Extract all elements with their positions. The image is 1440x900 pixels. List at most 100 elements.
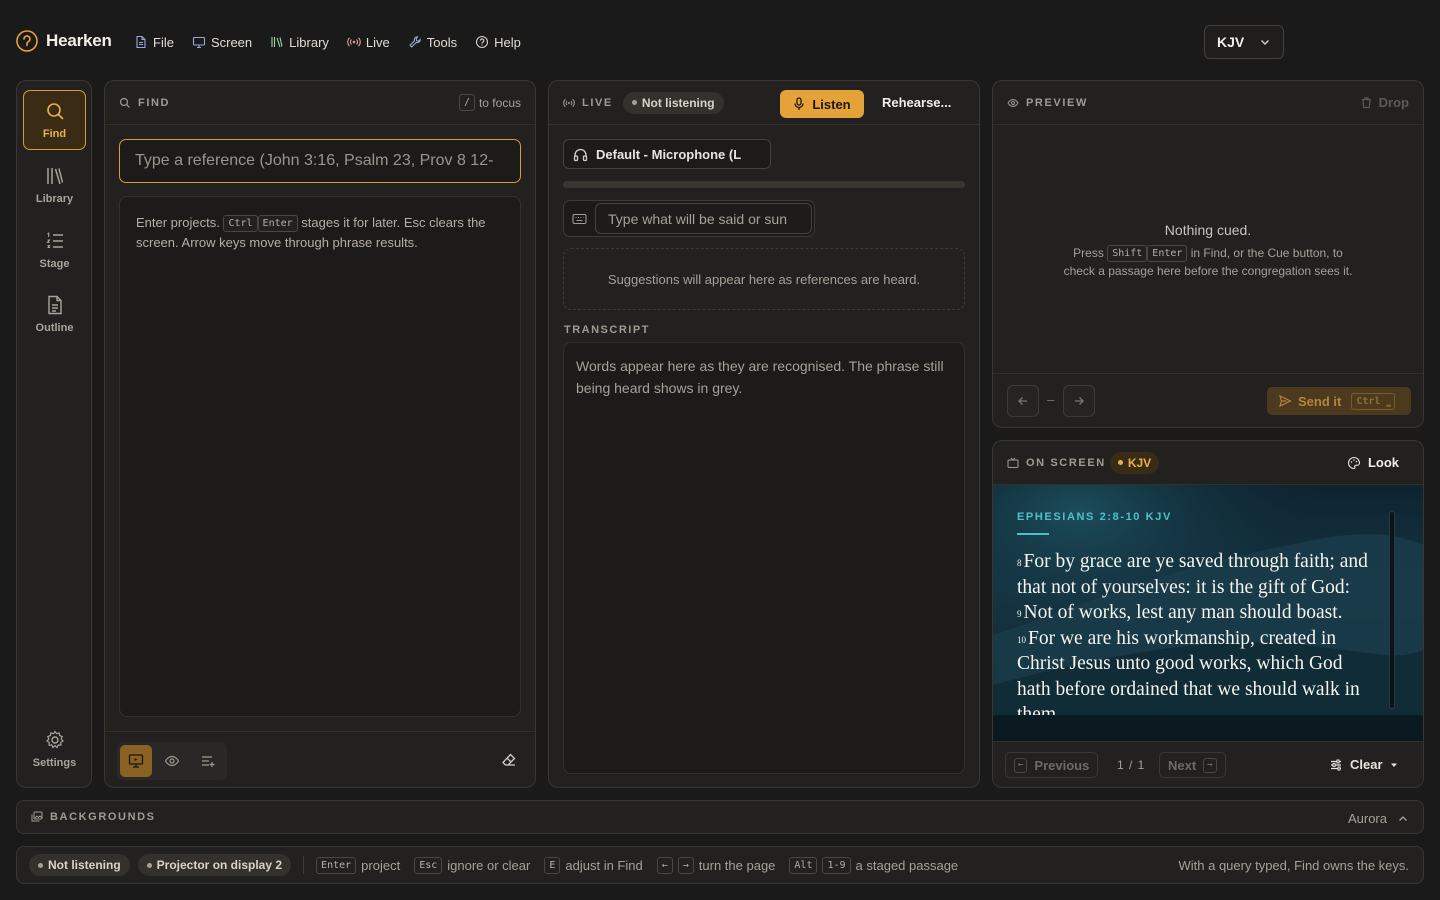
listening-status-badge: Not listening [622, 91, 724, 114]
trash-icon [1361, 97, 1371, 109]
suggestions-area: Suggestions will appear here as referenc… [563, 248, 965, 310]
previous-page-button[interactable]: ← Previous [1005, 752, 1099, 778]
eye-icon [1007, 98, 1019, 107]
sidebar-item-settings[interactable]: Settings [23, 719, 86, 779]
hearken-logo-icon [16, 30, 38, 52]
menu-file[interactable]: File [134, 32, 174, 52]
menu-screen[interactable]: Screen [192, 32, 252, 52]
broadcast-icon [347, 37, 361, 47]
live-title: LIVE [582, 96, 613, 109]
mode-preview-button[interactable] [156, 745, 188, 777]
shortcut-hint: ← → turn the page [656, 856, 775, 874]
drop-button[interactable]: Drop [1360, 95, 1409, 110]
gear-icon [45, 730, 64, 749]
list-ordered-icon [45, 232, 63, 249]
send-icon [1279, 394, 1292, 408]
menu-tools[interactable]: Tools [408, 32, 457, 52]
preview-header: PREVIEW [993, 81, 1423, 125]
version-select[interactable]: KJV [1204, 25, 1284, 59]
send-it-button[interactable]: Send it Ctrl ⎵ [1267, 387, 1411, 415]
keyboard-icon [572, 213, 587, 225]
list-add-icon [202, 756, 215, 767]
monitor-icon [192, 36, 206, 49]
library-icon [271, 37, 283, 48]
audio-level-meter [563, 181, 965, 188]
typed-speech-input[interactable]: Type what will be said or sun [595, 203, 812, 234]
current-background: Aurora [1347, 811, 1387, 826]
mode-stage-button[interactable] [192, 745, 224, 777]
page-counter: 1 / 1 [1117, 758, 1146, 772]
clear-button[interactable]: Clear [1329, 757, 1398, 772]
mode-project-button[interactable] [120, 745, 152, 777]
projector-icon [128, 754, 144, 768]
shortcut-hint: Esc ignore or clear [414, 856, 530, 874]
shortcut-hint: Alt 1-9 a staged passage [789, 856, 958, 874]
preview-empty-title: Nothing cued. [1164, 222, 1252, 238]
find-mode-toggle [117, 742, 227, 780]
menu-library[interactable]: Library [270, 32, 329, 52]
chevron-up-icon [1399, 815, 1407, 821]
on-screen-panel: ON SCREEN KJV Look EPHESIANS 2:8-10 KJV … [992, 440, 1424, 788]
transcript-area: Words appear here as they are recognised… [563, 342, 965, 774]
menu-bar: File Screen Library Live Tools Help [134, 32, 521, 52]
backgrounds-title: BACKGROUNDS [50, 811, 156, 823]
find-panel: FIND / to focus Type a reference (John 3… [104, 80, 536, 788]
sidebar-item-library[interactable]: Library [23, 155, 86, 215]
tv-icon [1007, 457, 1019, 468]
document-icon [47, 295, 62, 315]
slide-bottom-fade [993, 715, 1423, 743]
shortcut-hint: E adjust in Find [544, 856, 643, 874]
library-icon [46, 168, 63, 185]
menu-live[interactable]: Live [347, 32, 390, 52]
arrow-left-icon [1018, 397, 1027, 405]
preview-footer: – Send it Ctrl ⎵ [993, 373, 1423, 427]
look-button[interactable]: Look [1347, 455, 1399, 470]
headphones-icon [573, 148, 588, 161]
listening-status-pill: Not listening [29, 854, 130, 876]
slide-reference: EPHESIANS 2:8-10 KJV [1017, 511, 1172, 523]
palette-icon [1347, 456, 1360, 469]
app-name: Hearken [46, 31, 112, 50]
slide-divider [1017, 533, 1049, 535]
app-logo: Hearken [16, 30, 112, 52]
typed-speech-box: Type what will be said or sun [563, 200, 815, 237]
next-page-button[interactable]: Next → [1159, 752, 1226, 778]
sidebar-item-stage[interactable]: Stage [23, 220, 86, 280]
sidebar: Find Library Stage Outline Settings [16, 80, 92, 788]
menu-help[interactable]: Help [475, 32, 521, 52]
help-circle-icon [476, 35, 489, 49]
sidebar-item-outline[interactable]: Outline [23, 284, 86, 344]
live-panel: LIVE Not listening Listen Rehearse... De… [548, 80, 980, 788]
chevron-down-icon [1261, 40, 1269, 45]
slide-verse-text: 8 For by grace are ye saved through faith… [1017, 551, 1368, 725]
broadcast-icon [563, 98, 575, 107]
sidebar-item-find[interactable]: Find [23, 90, 86, 150]
preview-next-button[interactable] [1063, 385, 1095, 417]
find-title: FIND [138, 96, 171, 109]
projector-status-pill: Projector on display 2 [137, 854, 292, 876]
projected-slide: EPHESIANS 2:8-10 KJV 8 For by grace are y… [993, 485, 1423, 743]
eraser-icon[interactable] [501, 752, 517, 768]
file-icon [136, 35, 146, 49]
arrow-right-icon [1075, 397, 1084, 405]
caret-down-icon [1390, 763, 1397, 767]
reference-search-input[interactable]: Type a reference (John 3:16, Psalm 23, P… [119, 139, 521, 183]
preview-title: PREVIEW [1026, 96, 1088, 109]
search-icon [46, 103, 63, 120]
listen-button[interactable]: Listen [780, 90, 864, 118]
search-icon [119, 97, 130, 108]
microphone-select[interactable]: Default - Microphone (L [563, 139, 771, 169]
microphone-icon [794, 97, 804, 110]
backgrounds-bar[interactable]: BACKGROUNDS Aurora [16, 800, 1424, 834]
eye-icon [164, 755, 180, 767]
preview-empty-text: Press Shift Enter in Find, or the Cue but… [1063, 245, 1353, 279]
preview-panel: PREVIEW Drop Nothing cued. Press Shift En… [992, 80, 1424, 428]
rehearse-button[interactable]: Rehearse... [882, 95, 951, 110]
transcript-label: TRANSCRIPT [564, 324, 650, 336]
preview-prev-button[interactable] [1007, 385, 1039, 417]
on-screen-footer: ← Previous 1 / 1 Next → Clear [993, 741, 1423, 787]
wrench-icon [408, 36, 421, 48]
on-screen-version-badge: KJV [1109, 451, 1160, 474]
focus-hint: / to focus [458, 94, 521, 111]
slide-scrollbar[interactable] [1389, 511, 1395, 709]
